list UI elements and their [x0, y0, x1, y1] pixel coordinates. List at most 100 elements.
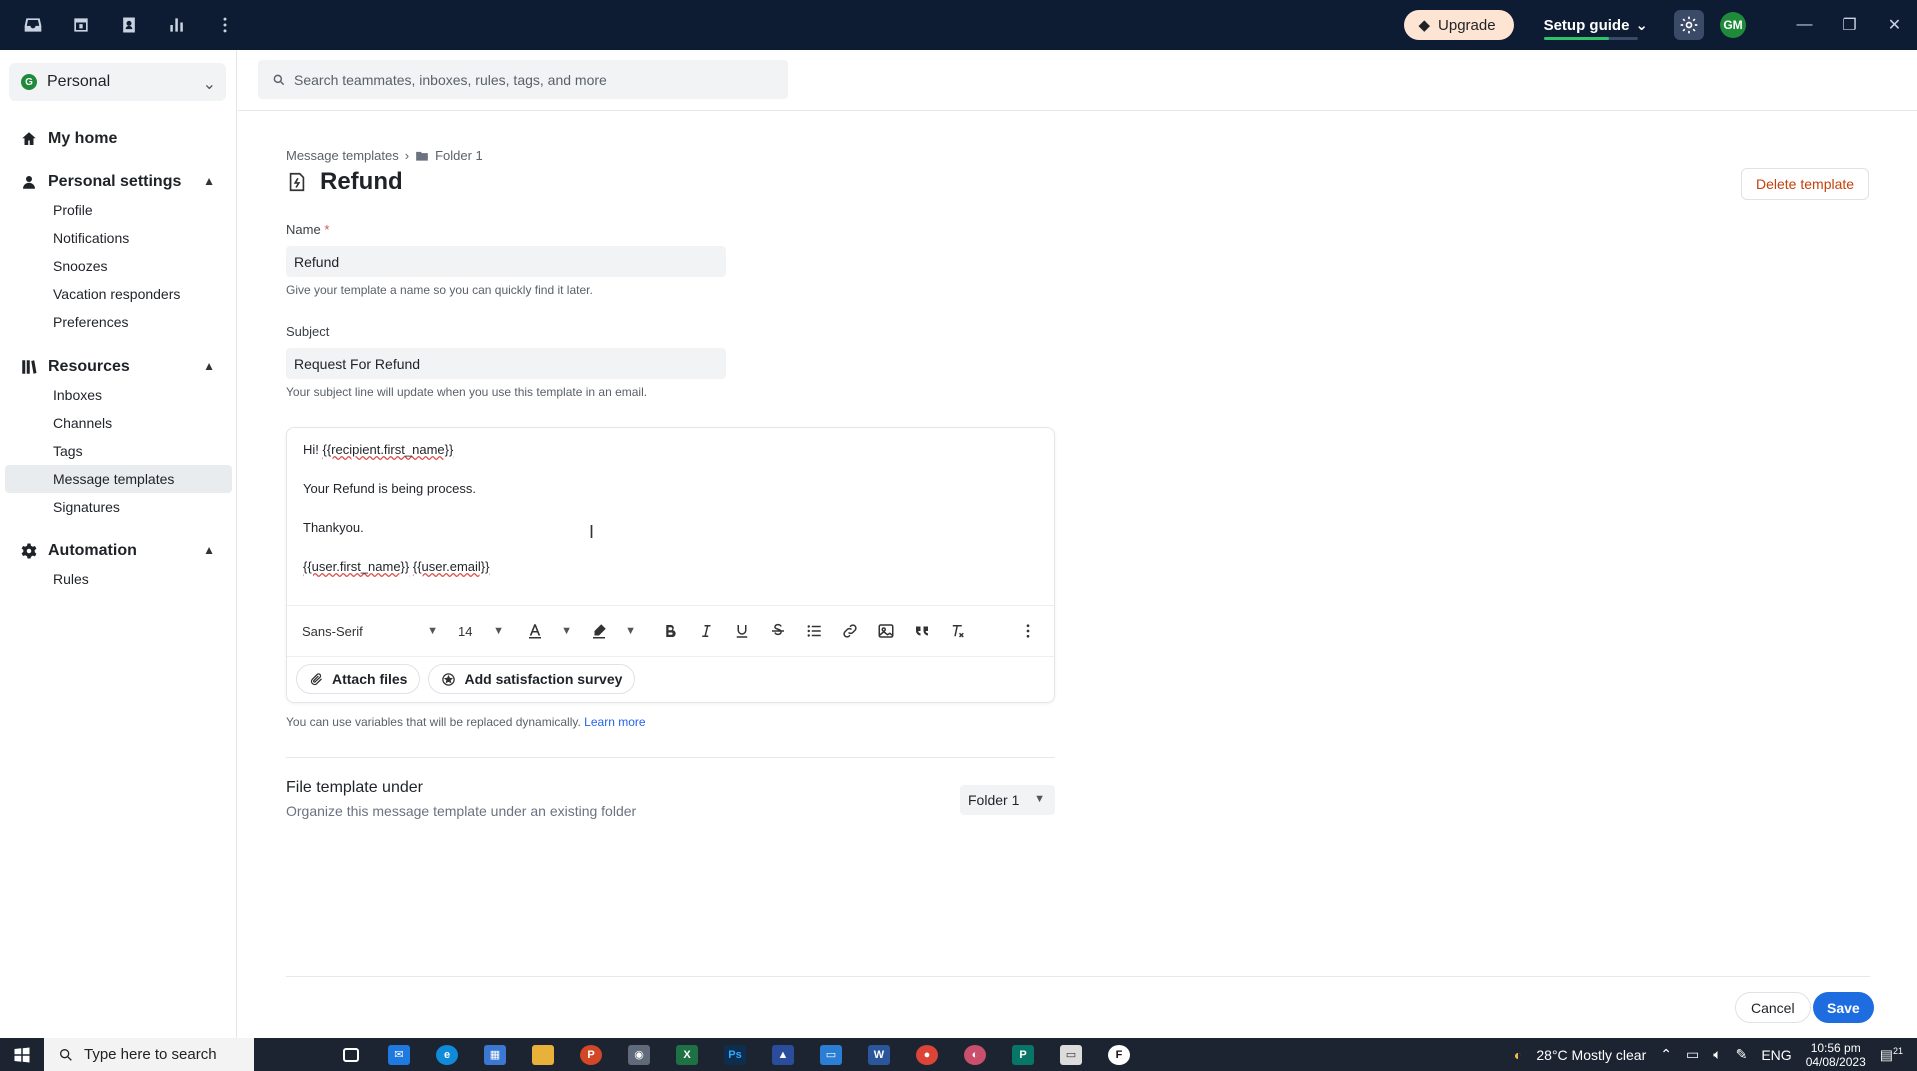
underline-button[interactable]	[724, 616, 760, 646]
notification-count: 21	[1892, 1045, 1903, 1056]
attach-files-button[interactable]: Attach files	[296, 664, 421, 694]
highlight-color-select[interactable]: ▼	[584, 616, 642, 646]
volume-icon[interactable]: 🔈︎	[1713, 1046, 1721, 1063]
chrome-app-icon[interactable]: ●	[910, 1038, 944, 1071]
publisher-app-icon[interactable]: P	[1006, 1038, 1040, 1071]
gear-icon	[1680, 16, 1698, 34]
clear-formatting-button[interactable]	[940, 616, 976, 646]
link-button[interactable]	[832, 616, 868, 646]
inbox-icon[interactable]	[20, 12, 46, 38]
setup-guide-button[interactable]: Setup guide ⌄	[1543, 0, 1648, 50]
sidebar-item-channels[interactable]: Channels	[5, 409, 232, 437]
avatar[interactable]: GM	[1720, 12, 1746, 38]
system-tray: ◐ 28°C Mostly clear ⌃ ▭ 🔈︎ ✎ ENG 10:56 p…	[1514, 1038, 1917, 1071]
sidebar-item-snoozes[interactable]: Snoozes	[5, 252, 232, 280]
quote-button[interactable]	[904, 616, 940, 646]
text-color-select[interactable]: ▼	[520, 616, 578, 646]
sidebar-item-message-templates[interactable]: Message templates	[5, 465, 232, 493]
calendar-icon[interactable]	[68, 12, 94, 38]
powerpoint-app-icon[interactable]: P	[574, 1038, 608, 1071]
sidebar-item-vacation-responders[interactable]: Vacation responders	[5, 280, 232, 308]
file-explorer-icon[interactable]	[526, 1038, 560, 1071]
upgrade-button[interactable]: ◆ Upgrade	[1404, 10, 1514, 40]
editor-body[interactable]: Hi! {{recipient.first_name}} Your Refund…	[303, 440, 490, 596]
paint-app-icon[interactable]: ◐	[958, 1038, 992, 1071]
store-app-icon[interactable]: ▦	[478, 1038, 512, 1071]
breadcrumb-folder[interactable]: Folder 1	[435, 148, 483, 163]
front-app-icon[interactable]: F	[1102, 1038, 1136, 1071]
chevron-down-icon: ▼	[427, 625, 438, 637]
sidebar-item-tags[interactable]: Tags	[5, 437, 232, 465]
nav-my-home[interactable]: My home	[0, 125, 237, 153]
mail-app-icon[interactable]: ✉	[382, 1038, 416, 1071]
pc-app-icon[interactable]: ▭	[1054, 1038, 1088, 1071]
language-indicator[interactable]: ENG	[1761, 1047, 1791, 1063]
folder-select[interactable]: Folder 1 ▼	[960, 785, 1055, 815]
image-button[interactable]	[868, 616, 904, 646]
italic-button[interactable]	[688, 616, 724, 646]
automation-label: Automation	[48, 542, 137, 559]
network-icon[interactable]: ▭	[1686, 1046, 1699, 1063]
excel-app-icon[interactable]: X	[670, 1038, 704, 1071]
name-label-text: Name	[286, 222, 321, 237]
personal-settings-label: Personal settings	[48, 173, 182, 190]
diamond-icon: ◆	[1418, 17, 1431, 34]
clock[interactable]: 10:56 pm 04/08/2023	[1806, 1041, 1866, 1069]
personal-settings-header[interactable]: Personal settings ▲	[0, 168, 237, 196]
variables-hint-text: You can use variables that will be repla…	[286, 715, 585, 729]
more-options-button[interactable]	[1010, 616, 1046, 646]
sidebar-item-signatures[interactable]: Signatures	[5, 493, 232, 521]
user-icon	[20, 173, 38, 191]
sidebar-item-profile[interactable]: Profile	[5, 196, 232, 224]
more-vertical-icon[interactable]	[212, 12, 238, 38]
search-input[interactable]	[294, 71, 774, 88]
analytics-icon[interactable]	[164, 12, 190, 38]
word-app-icon[interactable]: W	[862, 1038, 896, 1071]
subject-label: Subject	[286, 324, 330, 339]
sidebar-item-inboxes[interactable]: Inboxes	[5, 381, 232, 409]
weather-text[interactable]: 28°C Mostly clear	[1536, 1047, 1646, 1063]
cancel-button[interactable]: Cancel	[1735, 992, 1811, 1023]
more-vertical-icon	[1026, 624, 1030, 638]
restore-icon[interactable]: ❐	[1827, 0, 1872, 50]
page-title: Refund	[320, 168, 403, 195]
task-view-icon[interactable]	[334, 1038, 368, 1071]
settings-button[interactable]	[1674, 10, 1704, 40]
chevron-up-icon[interactable]: ⌃	[1660, 1046, 1672, 1063]
delete-template-button[interactable]: Delete template	[1741, 168, 1870, 200]
strikethrough-button[interactable]	[760, 616, 796, 646]
add-satisfaction-survey-button[interactable]: Add satisfaction survey	[428, 664, 636, 694]
text-cursor-icon: I	[589, 522, 595, 542]
notification-icon[interactable]: ▤21	[1880, 1046, 1903, 1064]
save-button[interactable]: Save	[1813, 992, 1874, 1023]
taskbar-search[interactable]: Type here to search	[44, 1038, 254, 1071]
sidebar-item-rules[interactable]: Rules	[5, 565, 232, 593]
camera-app-icon[interactable]: ◉	[622, 1038, 656, 1071]
edge-app-icon[interactable]: e	[430, 1038, 464, 1071]
resources-header[interactable]: Resources ▲	[0, 353, 237, 381]
page-title-row: Refund	[286, 168, 403, 196]
remote-desktop-icon[interactable]: ▭	[814, 1038, 848, 1071]
subject-field[interactable]	[286, 348, 726, 379]
contacts-icon[interactable]	[116, 12, 142, 38]
photoshop-app-icon[interactable]: Ps	[718, 1038, 752, 1071]
sidebar-item-notifications[interactable]: Notifications	[5, 224, 232, 252]
workspace-selector[interactable]: G Personal ⌄	[9, 63, 226, 101]
media-app-icon[interactable]: ▲	[766, 1038, 800, 1071]
chevron-down-icon: ▼	[625, 625, 636, 637]
bold-button[interactable]	[652, 616, 688, 646]
learn-more-link[interactable]: Learn more	[584, 715, 645, 729]
font-size-select[interactable]: 14 ▼	[452, 616, 510, 646]
bullet-list-button[interactable]	[796, 616, 832, 646]
breadcrumb: Message templates › Folder 1	[286, 148, 483, 163]
windows-start-icon[interactable]	[0, 1038, 44, 1071]
name-field[interactable]	[286, 246, 726, 277]
minimize-icon[interactable]: —	[1782, 0, 1827, 50]
breadcrumb-message-templates[interactable]: Message templates	[286, 148, 399, 163]
sidebar-item-preferences[interactable]: Preferences	[5, 308, 232, 336]
close-icon[interactable]: ✕	[1872, 0, 1917, 50]
global-search[interactable]	[258, 60, 788, 99]
automation-header[interactable]: Automation ▲	[0, 537, 237, 565]
font-family-select[interactable]: Sans-Serif ▼	[296, 616, 444, 646]
pen-icon[interactable]: ✎	[1736, 1046, 1748, 1063]
